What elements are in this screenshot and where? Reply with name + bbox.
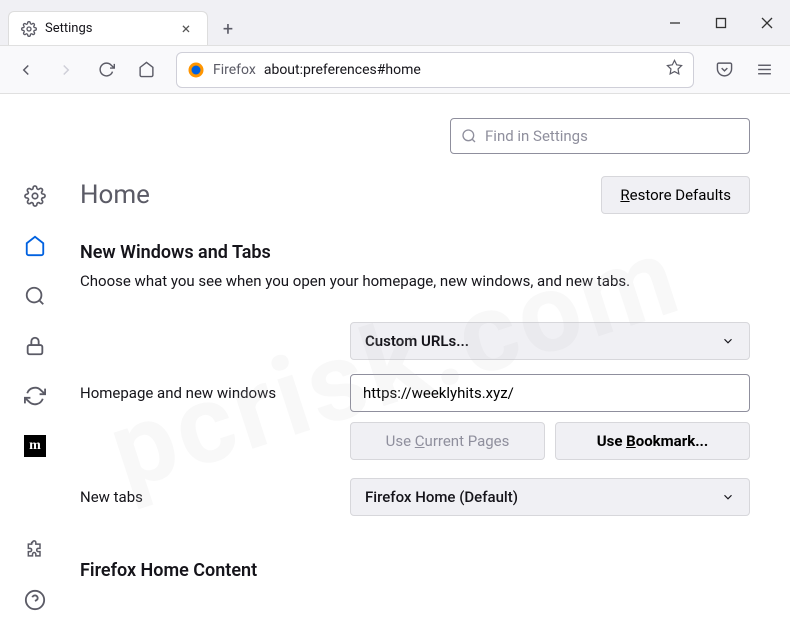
newtabs-select[interactable]: Firefox Home (Default)	[350, 478, 750, 516]
section-heading: New Windows and Tabs	[80, 242, 750, 263]
chevron-down-icon	[721, 334, 735, 348]
bookmark-star-icon[interactable]	[666, 59, 683, 80]
home-button[interactable]	[130, 54, 162, 86]
homepage-select[interactable]: Custom URLs...	[350, 322, 750, 360]
tab-strip: Settings × +	[0, 0, 652, 45]
tab-settings[interactable]: Settings ×	[8, 11, 208, 45]
close-icon[interactable]: ×	[177, 20, 195, 38]
use-bookmark-button[interactable]: Use Bookmark...	[555, 422, 750, 460]
url-product: Firefox	[213, 62, 256, 78]
extensions-icon[interactable]	[23, 538, 47, 562]
help-icon[interactable]	[23, 588, 47, 612]
search-nav-icon[interactable]	[23, 284, 47, 308]
more-icon[interactable]: m	[23, 434, 47, 458]
forward-button[interactable]	[50, 54, 82, 86]
urlbar[interactable]: Firefox about:preferences#home	[176, 52, 694, 88]
toolbar: Firefox about:preferences#home	[0, 46, 790, 94]
titlebar: Settings × +	[0, 0, 790, 46]
home-nav-icon[interactable]	[23, 234, 47, 258]
new-tab-button[interactable]: +	[212, 13, 244, 45]
use-current-pages-button: Use Current Pages	[350, 422, 545, 460]
gear-icon	[21, 21, 37, 37]
tab-title: Settings	[45, 21, 169, 36]
homepage-url-input[interactable]	[350, 374, 750, 412]
pocket-button[interactable]	[708, 54, 740, 86]
restore-defaults-button[interactable]: Restore Defaults	[601, 176, 750, 214]
search-icon	[461, 128, 477, 144]
sidebar: m	[0, 94, 70, 632]
homepage-label: Homepage and new windows	[80, 384, 330, 402]
close-window-button[interactable]	[744, 3, 790, 43]
general-icon[interactable]	[23, 184, 47, 208]
back-button[interactable]	[10, 54, 42, 86]
reload-button[interactable]	[90, 54, 122, 86]
main: Home Restore Defaults New Windows and Ta…	[70, 94, 790, 632]
section-heading: Firefox Home Content	[80, 560, 750, 581]
settings-search[interactable]	[450, 118, 750, 154]
url-address: about:preferences#home	[264, 62, 658, 78]
minimize-button[interactable]	[652, 3, 698, 43]
window-controls	[652, 0, 790, 45]
privacy-icon[interactable]	[23, 334, 47, 358]
maximize-button[interactable]	[698, 3, 744, 43]
menu-button[interactable]	[748, 54, 780, 86]
firefox-logo-icon	[187, 61, 205, 79]
content: pcrisk.com m Home Restore Defaults New W…	[0, 94, 790, 632]
section-description: Choose what you see when you open your h…	[80, 271, 750, 292]
search-input[interactable]	[485, 127, 739, 145]
page-title: Home	[80, 180, 150, 210]
sync-icon[interactable]	[23, 384, 47, 408]
chevron-down-icon	[721, 490, 735, 504]
newtabs-label: New tabs	[80, 488, 330, 506]
